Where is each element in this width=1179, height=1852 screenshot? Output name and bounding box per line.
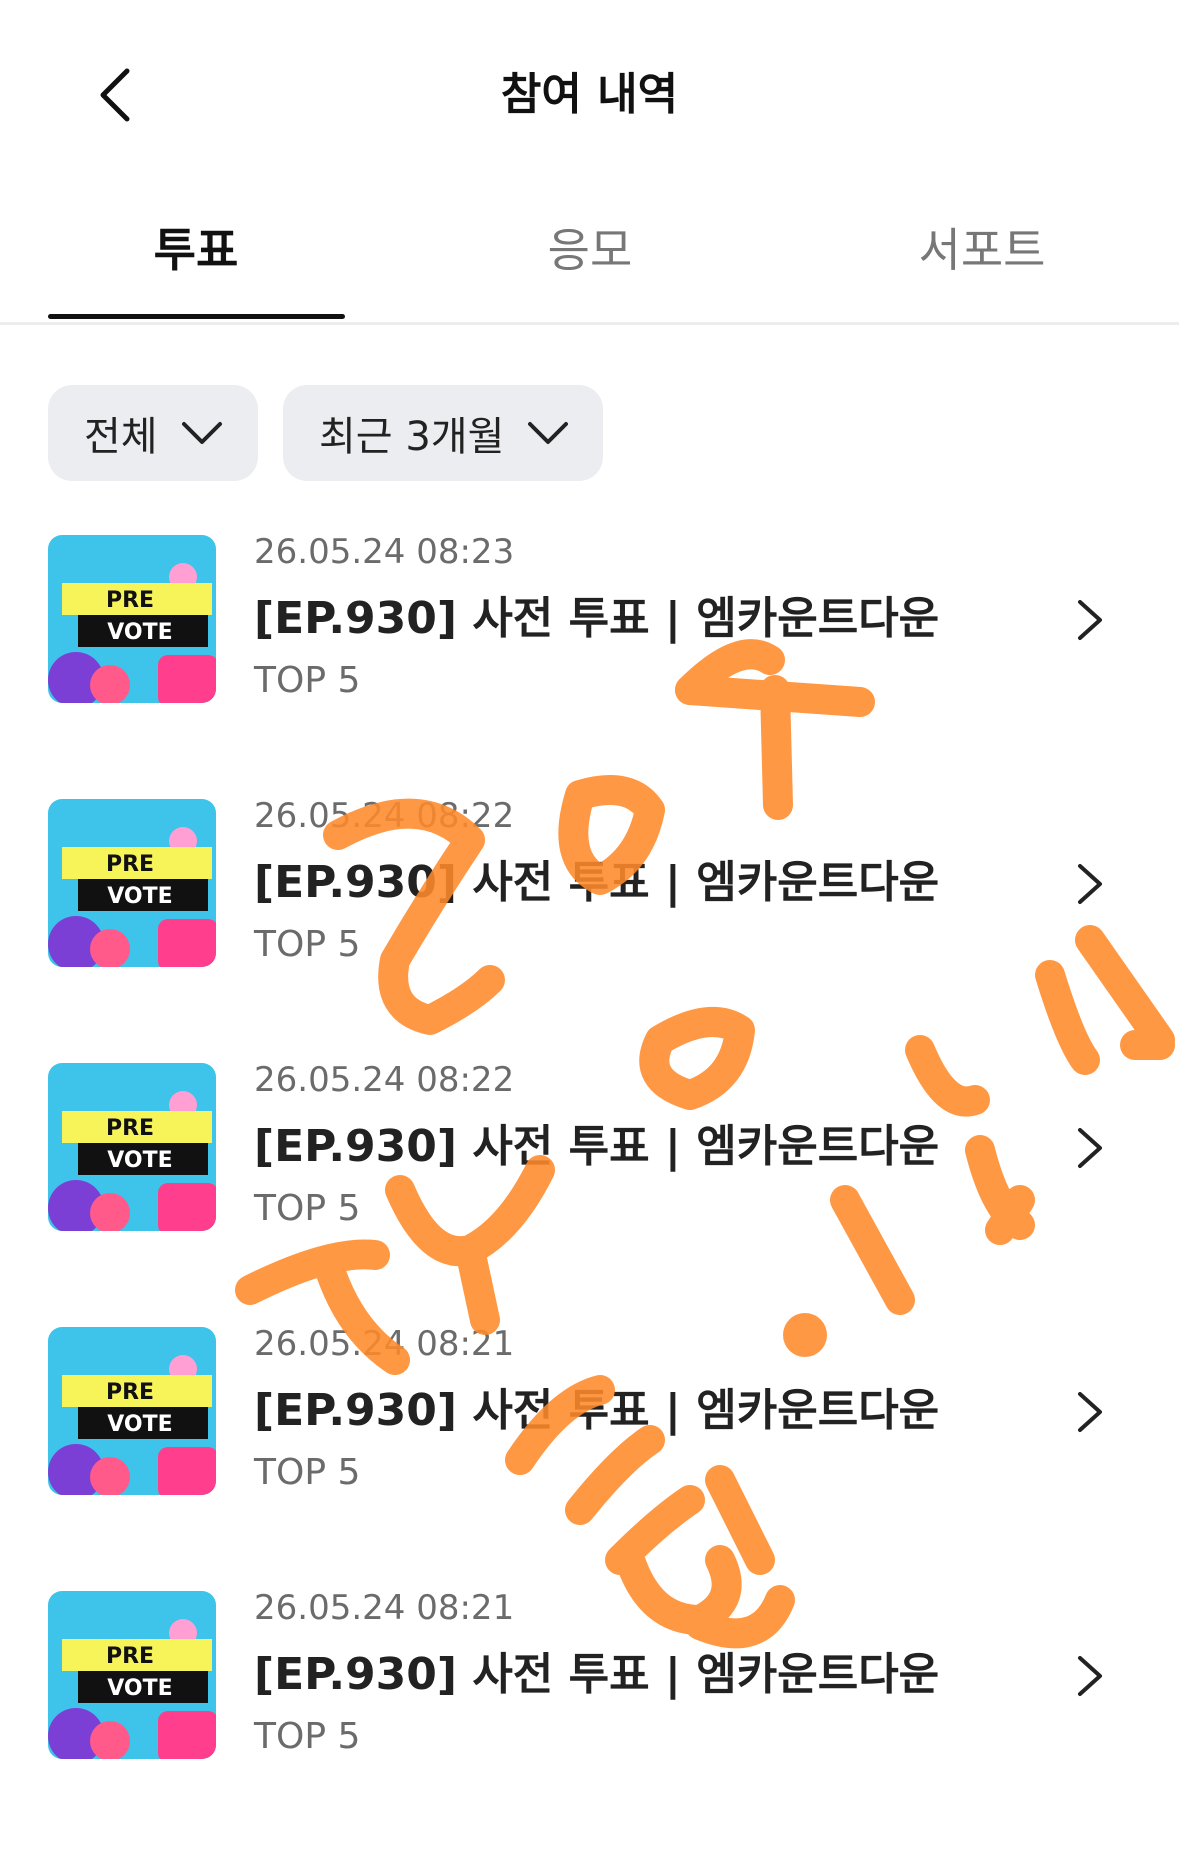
- tab-bar: 투표 응모 서포트: [0, 190, 1179, 325]
- item-date: 26.05.24 08:21: [254, 1324, 515, 1364]
- item-title: [EP.930] 사전 투표 | 엠카운트다운: [254, 1649, 940, 1700]
- item-title: [EP.930] 사전 투표 | 엠카운트다운: [254, 1385, 940, 1436]
- history-list: PRE VOTE 26.05.24 08:23 [EP.930] 사전 투표 |…: [0, 530, 1179, 1850]
- item-title: [EP.930] 사전 투표 | 엠카운트다운: [254, 857, 940, 908]
- item-subtitle: TOP 5: [254, 660, 361, 701]
- chevron-down-icon: [528, 422, 569, 444]
- list-item[interactable]: PRE VOTE 26.05.24 08:22 [EP.930] 사전 투표 |…: [0, 1058, 1179, 1322]
- tab-vote[interactable]: 투표: [46, 214, 346, 280]
- tab-support[interactable]: 서포트: [832, 214, 1132, 280]
- filter-period-dropdown[interactable]: 최근 3개월: [283, 385, 603, 481]
- chevron-right-icon: [1078, 864, 1102, 904]
- item-date: 26.05.24 08:21: [254, 1588, 515, 1628]
- filter-type-dropdown[interactable]: 전체: [48, 385, 258, 481]
- item-subtitle: TOP 5: [254, 1452, 361, 1493]
- filter-type-label: 전체: [84, 414, 158, 460]
- item-date: 26.05.24 08:23: [254, 532, 515, 572]
- list-item[interactable]: PRE VOTE 26.05.24 08:22 [EP.930] 사전 투표 |…: [0, 794, 1179, 1058]
- item-subtitle: TOP 5: [254, 1188, 361, 1229]
- filter-period-label: 최근 3개월: [319, 414, 505, 460]
- item-date: 26.05.24 08:22: [254, 796, 515, 836]
- page-title: 참여 내역: [500, 69, 679, 120]
- thumbnail-vote-text: VOTE: [107, 1676, 172, 1701]
- thumbnail-pre-text: PRE: [106, 1116, 154, 1141]
- item-subtitle: TOP 5: [254, 924, 361, 965]
- thumbnail-vote-text: VOTE: [107, 884, 172, 909]
- active-tab-indicator: [48, 314, 345, 319]
- thumbnail-image: PRE VOTE: [48, 799, 216, 967]
- chevron-right-icon: [1078, 1392, 1102, 1432]
- thumbnail-pre-text: PRE: [106, 588, 154, 613]
- list-item[interactable]: PRE VOTE 26.05.24 08:23 [EP.930] 사전 투표 |…: [0, 530, 1179, 794]
- list-item[interactable]: PRE VOTE 26.05.24 08:21 [EP.930] 사전 투표 |…: [0, 1586, 1179, 1850]
- thumbnail-image: PRE VOTE: [48, 535, 216, 703]
- header: 참여 내역: [0, 0, 1179, 180]
- item-subtitle: TOP 5: [254, 1716, 361, 1757]
- thumbnail-vote-text: VOTE: [107, 1148, 172, 1173]
- tab-entry[interactable]: 응모: [440, 214, 740, 280]
- thumbnail-pre-text: PRE: [106, 1380, 154, 1405]
- thumbnail-vote-text: VOTE: [107, 1412, 172, 1437]
- chevron-right-icon: [1078, 600, 1102, 640]
- thumbnail-image: PRE VOTE: [48, 1591, 216, 1759]
- chevron-right-icon: [1078, 1656, 1102, 1696]
- item-title: [EP.930] 사전 투표 | 엠카운트다운: [254, 593, 940, 644]
- thumbnail-image: PRE VOTE: [48, 1327, 216, 1495]
- list-item[interactable]: PRE VOTE 26.05.24 08:21 [EP.930] 사전 투표 |…: [0, 1322, 1179, 1586]
- thumbnail-pre-text: PRE: [106, 1644, 154, 1669]
- chevron-right-icon: [1078, 1128, 1102, 1168]
- item-date: 26.05.24 08:22: [254, 1060, 515, 1100]
- thumbnail-vote-text: VOTE: [107, 620, 172, 645]
- item-title: [EP.930] 사전 투표 | 엠카운트다운: [254, 1121, 940, 1172]
- chevron-down-icon: [181, 422, 222, 444]
- thumbnail-image: PRE VOTE: [48, 1063, 216, 1231]
- thumbnail-pre-text: PRE: [106, 852, 154, 877]
